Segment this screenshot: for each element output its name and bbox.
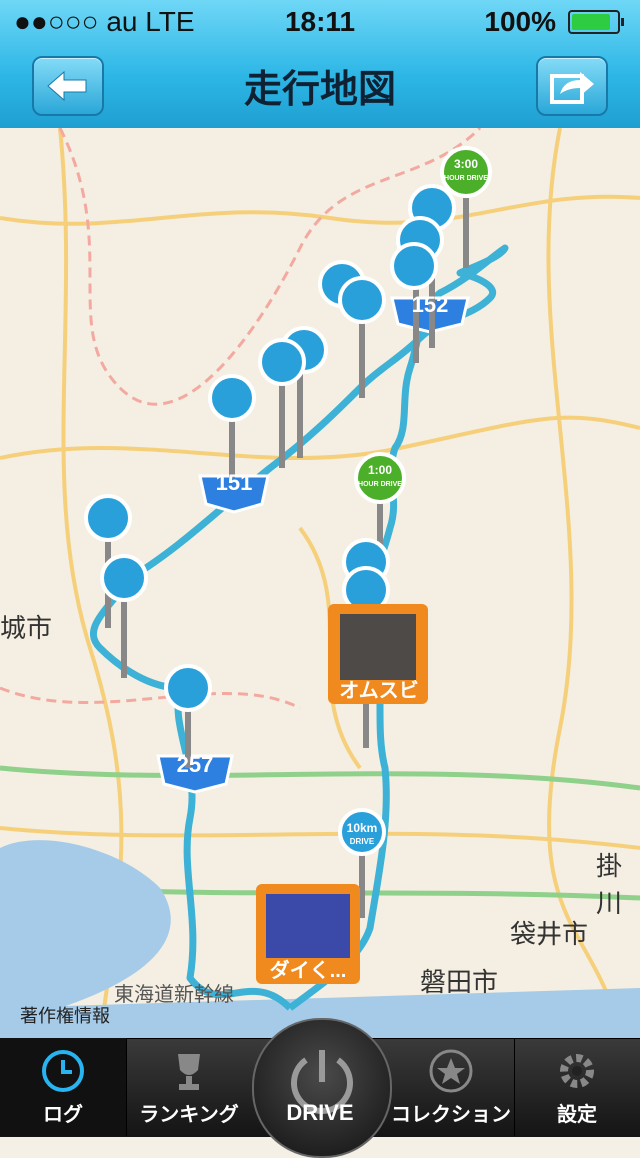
milestone-1h[interactable]: 1:00 HOUR DRIVE (356, 464, 404, 491)
map-canvas (0, 128, 640, 1038)
map-label-shinkansen: 東海道新幹線 (114, 984, 234, 1006)
milestone-3h[interactable]: 3:00 HOUR DRIVE (442, 158, 490, 185)
route-shield-257-label: 257 (176, 752, 214, 777)
battery-percent: 100% (484, 6, 556, 37)
tab-settings[interactable]: 設定 (514, 1038, 640, 1136)
tab-collection[interactable]: コレクション (388, 1038, 514, 1136)
map-label-iwata: 磐田市 (420, 967, 499, 997)
drive-button[interactable] (252, 1018, 392, 1158)
copyright-link[interactable]: 著作権情報 (20, 1002, 110, 1028)
route-shield-152-label: 152 (411, 292, 449, 317)
photo-pin-caption[interactable]: ダイく... (262, 954, 354, 983)
gear-icon (560, 1054, 594, 1088)
drive-label: DRIVE (286, 1100, 354, 1125)
tab-ranking[interactable]: ランキング (126, 1038, 252, 1136)
star-icon (429, 1049, 473, 1093)
tab-log[interactable]: ログ (0, 1038, 126, 1136)
drive-map[interactable]: 152 151 257 3:00 HOUR DRIVE 1:00 HOUR DR… (0, 128, 640, 1038)
map-label-city: 城市 (0, 613, 53, 643)
milestone-10km[interactable]: 10km DRIVE (340, 822, 384, 848)
map-label-kakegawa: 掛川 (596, 851, 623, 918)
battery-icon (568, 10, 624, 34)
status-bar: ●●○○○ au LTE 18:11 100% (0, 0, 640, 40)
map-label-fukuroi: 袋井市 (510, 919, 589, 949)
share-icon (550, 72, 594, 104)
share-button[interactable] (536, 56, 608, 116)
trophy-icon (178, 1054, 200, 1090)
photo-pin-caption[interactable]: オムスビ (334, 674, 424, 703)
clock-icon (42, 1050, 84, 1092)
route-shield-151-label: 151 (215, 470, 253, 495)
navigation-bar: ●●○○○ au LTE 18:11 100% 走行地図 (0, 0, 640, 130)
